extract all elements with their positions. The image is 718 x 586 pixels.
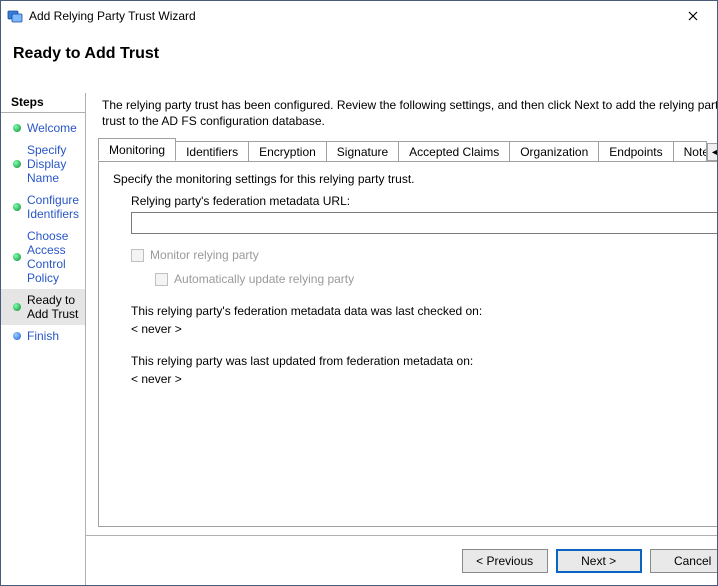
tab-accepted-claims[interactable]: Accepted Claims (398, 141, 510, 162)
tab-signature[interactable]: Signature (326, 141, 399, 162)
step-configure-identifiers[interactable]: Configure Identifiers (1, 189, 85, 225)
step-choose-access-control-policy[interactable]: Choose Access Control Policy (1, 225, 85, 289)
step-label: Finish (27, 329, 59, 343)
body-area: Steps Welcome Specify Display Name Confi… (1, 93, 717, 585)
window-title: Add Relying Party Trust Wizard (29, 9, 671, 23)
app-icon (7, 8, 23, 24)
monitor-checkbox-label: Monitor relying party (150, 248, 259, 262)
metadata-url-input[interactable] (131, 212, 717, 234)
step-bullet-icon (13, 332, 21, 340)
cancel-button[interactable]: Cancel (650, 549, 717, 573)
autoupdate-checkbox (155, 273, 168, 286)
tab-encryption[interactable]: Encryption (248, 141, 327, 162)
step-ready-to-add-trust[interactable]: Ready to Add Trust (1, 289, 85, 325)
last-updated-value: < never > (131, 372, 717, 386)
step-bullet-icon (13, 253, 21, 261)
close-icon (688, 11, 698, 21)
wizard-window: Add Relying Party Trust Wizard Ready to … (0, 0, 718, 586)
last-updated-label: This relying party was last updated from… (131, 354, 717, 368)
metadata-url-label: Relying party's federation metadata URL: (131, 194, 717, 208)
autoupdate-checkbox-label: Automatically update relying party (174, 272, 354, 286)
monitoring-desc: Specify the monitoring settings for this… (113, 172, 717, 186)
next-button[interactable]: Next > (556, 549, 642, 573)
last-checked-label: This relying party's federation metadata… (131, 304, 717, 318)
tab-body-monitoring: Specify the monitoring settings for this… (98, 161, 717, 527)
button-bar: < Previous Next > Cancel (86, 535, 717, 585)
tab-scroll-left[interactable]: ◄ (707, 143, 717, 161)
header-area: Ready to Add Trust (1, 31, 717, 93)
last-checked-value: < never > (131, 322, 717, 336)
autoupdate-checkbox-row: Automatically update relying party (155, 272, 717, 286)
step-welcome[interactable]: Welcome (1, 117, 85, 139)
tab-monitoring[interactable]: Monitoring (98, 138, 176, 161)
close-button[interactable] (671, 2, 715, 30)
monitor-checkbox (131, 249, 144, 262)
steps-list: Welcome Specify Display Name Configure I… (1, 113, 85, 347)
step-bullet-icon (13, 203, 21, 211)
tab-notes[interactable]: Notes (673, 141, 707, 162)
chevron-left-icon: ◄ (710, 147, 717, 157)
tab-identifiers[interactable]: Identifiers (175, 141, 249, 162)
previous-button[interactable]: < Previous (462, 549, 548, 573)
step-label: Specify Display Name (27, 143, 79, 185)
step-specify-display-name[interactable]: Specify Display Name (1, 139, 85, 189)
step-label: Welcome (27, 121, 77, 135)
page-title: Ready to Add Trust (13, 45, 705, 63)
intro-text: The relying party trust has been configu… (86, 93, 717, 139)
step-label: Ready to Add Trust (27, 293, 79, 321)
step-bullet-icon (13, 303, 21, 311)
step-bullet-icon (13, 124, 21, 132)
content-pane: The relying party trust has been configu… (85, 93, 717, 585)
tab-strip: Monitoring Identifiers Encryption Signat… (98, 139, 717, 161)
steps-pane: Steps Welcome Specify Display Name Confi… (1, 93, 85, 585)
monitor-checkbox-row: Monitor relying party (131, 248, 717, 262)
step-finish[interactable]: Finish (1, 325, 85, 347)
step-label: Choose Access Control Policy (27, 229, 79, 285)
step-bullet-icon (13, 160, 21, 168)
tab-endpoints[interactable]: Endpoints (598, 141, 673, 162)
tab-scroll: ◄ ► (708, 143, 717, 161)
titlebar: Add Relying Party Trust Wizard (1, 1, 717, 31)
tab-organization[interactable]: Organization (509, 141, 599, 162)
tab-container: Monitoring Identifiers Encryption Signat… (98, 139, 717, 527)
step-label: Configure Identifiers (27, 193, 79, 221)
steps-heading: Steps (1, 93, 85, 113)
